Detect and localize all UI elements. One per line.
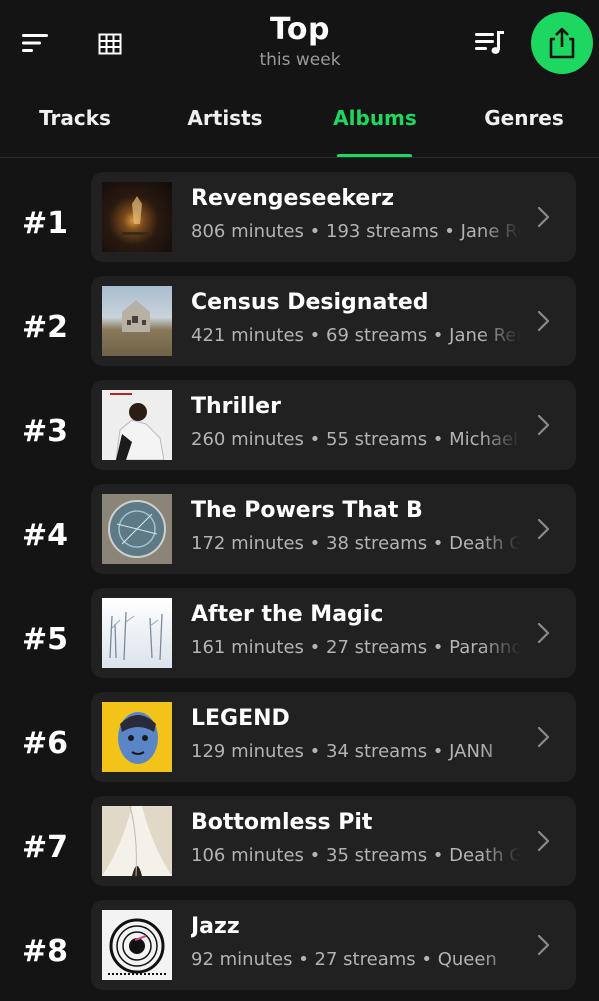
list-item: #1 Revengeseekerz 806 minutes • 193 stre… — [0, 170, 599, 262]
album-card[interactable]: Bottomless Pit 106 minutes • 35 streams … — [91, 796, 576, 886]
album-title: Bottomless Pit — [191, 810, 373, 835]
chevron-right-icon — [533, 413, 553, 437]
album-cover — [102, 390, 172, 460]
album-stats: 106 minutes • 35 streams • Death Grips — [191, 845, 521, 866]
chevron-right-icon — [533, 933, 553, 957]
album-stats: 172 minutes • 38 streams • Death Grips — [191, 533, 521, 554]
album-cover — [102, 702, 172, 772]
rank-label: #7 — [22, 830, 69, 865]
rank-label: #5 — [22, 622, 69, 657]
rank-label: #8 — [22, 934, 69, 969]
album-stats: 161 minutes • 27 streams • Parannoul — [191, 637, 521, 658]
tab-albums[interactable]: Albums — [322, 106, 428, 130]
tab-genres[interactable]: Genres — [472, 106, 576, 130]
album-title: Thriller — [191, 394, 281, 419]
chevron-right-icon — [533, 205, 553, 229]
share-button[interactable] — [531, 12, 593, 74]
album-title: The Powers That B — [191, 498, 423, 523]
chevron-right-icon — [533, 621, 553, 645]
list-item: #3 Thriller 260 minutes • 55 streams • M… — [0, 378, 599, 470]
page-title: Top — [269, 12, 331, 47]
chevron-right-icon — [533, 725, 553, 749]
chevron-right-icon — [533, 517, 553, 541]
album-card[interactable]: The Powers That B 172 minutes • 38 strea… — [91, 484, 576, 574]
album-cover — [102, 806, 172, 876]
rank-label: #1 — [22, 206, 69, 241]
album-title: Census Designated — [191, 290, 429, 315]
page-subtitle: this week — [259, 50, 341, 70]
list-item: #6 LEGEND 129 minutes • 34 streams • JAN… — [0, 690, 599, 782]
divider — [0, 157, 599, 158]
queue-music-icon[interactable] — [472, 27, 508, 59]
tab-artists[interactable]: Artists — [172, 106, 278, 130]
album-stats: 260 minutes • 55 streams • Michael Jacks… — [191, 429, 521, 450]
list-item: #2 Census Designated 421 minutes • 69 st… — [0, 274, 599, 366]
rank-label: #2 — [22, 310, 69, 345]
album-card[interactable]: After the Magic 161 minutes • 27 streams… — [91, 588, 576, 678]
chevron-right-icon — [533, 309, 553, 333]
album-card[interactable]: LEGEND 129 minutes • 34 streams • JANN — [91, 692, 576, 782]
rank-label: #6 — [22, 726, 69, 761]
album-card[interactable]: Thriller 260 minutes • 55 streams • Mich… — [91, 380, 576, 470]
album-cover — [102, 182, 172, 252]
sort-icon[interactable] — [18, 28, 52, 58]
chevron-right-icon — [533, 829, 553, 853]
album-title: After the Magic — [191, 602, 384, 627]
list-item: #8 Jazz 92 minutes • 27 streams • Queen — [0, 898, 599, 990]
list-item: #4 The Powers That B 172 minutes • 38 st… — [0, 482, 599, 574]
album-title: LEGEND — [191, 706, 290, 731]
album-card[interactable]: Jazz 92 minutes • 27 streams • Queen — [91, 900, 576, 990]
album-stats: 129 minutes • 34 streams • JANN — [191, 741, 494, 762]
album-cover — [102, 598, 172, 668]
title-block: Top this week — [200, 12, 400, 71]
album-stats: 806 minutes • 193 streams • Jane Remover — [191, 221, 521, 242]
album-cover — [102, 910, 172, 980]
album-cover — [102, 494, 172, 564]
grid-icon[interactable] — [95, 30, 125, 58]
album-cover — [102, 286, 172, 356]
album-title: Revengeseekerz — [191, 186, 395, 211]
album-stats: 92 minutes • 27 streams • Queen — [191, 949, 497, 970]
list-item: #7 Bottomless Pit 106 minutes • 35 strea… — [0, 794, 599, 886]
album-card[interactable]: Census Designated 421 minutes • 69 strea… — [91, 276, 576, 366]
album-card[interactable]: Revengeseekerz 806 minutes • 193 streams… — [91, 172, 576, 262]
share-icon — [547, 26, 577, 60]
rank-label: #3 — [22, 414, 69, 449]
tab-bar: Tracks Artists Albums Genres — [0, 96, 599, 158]
rank-label: #4 — [22, 518, 69, 553]
album-title: Jazz — [191, 914, 240, 939]
header: Top this week — [0, 0, 599, 90]
list-item: #5 After the Magic 161 minutes • 27 stre… — [0, 586, 599, 678]
tab-tracks[interactable]: Tracks — [25, 106, 125, 130]
album-stats: 421 minutes • 69 streams • Jane Remover — [191, 325, 521, 346]
